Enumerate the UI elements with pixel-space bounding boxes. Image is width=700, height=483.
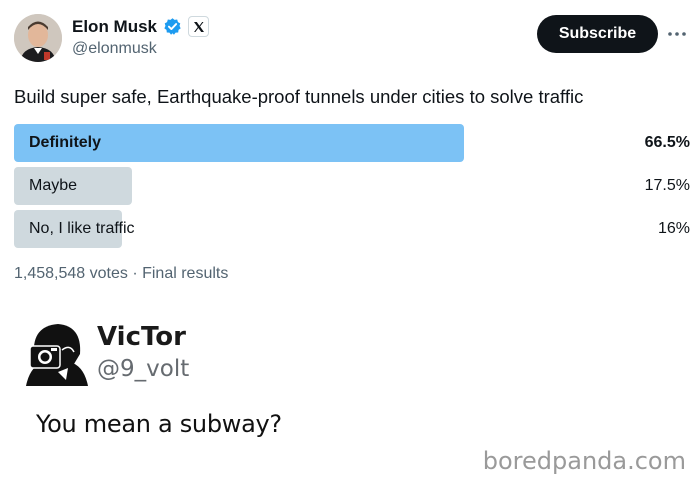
watermark: boredpanda.com [482,447,686,475]
more-options-icon[interactable] [664,22,690,46]
poll-option-percent: 17.5% [644,177,690,194]
poll-vote-summary: 1,458,548 votes · Final results [14,265,229,282]
tweet-text: Build super safe, Earthquake-proof tunne… [14,86,584,107]
poll-option-percent: 66.5% [644,134,690,151]
poll-option-maybe[interactable]: Maybe 17.5% [14,167,690,205]
x-logo-icon [188,16,210,37]
author-display-name[interactable]: Elon Musk [72,17,157,37]
poll-option-percent: 16% [657,220,690,237]
reply-handle: @9_volt [97,356,190,382]
poll-option-label: Maybe [29,177,78,194]
author-avatar[interactable] [14,14,62,62]
poll-option-no-i-like-traffic[interactable]: No, I like traffic 16% [14,210,690,248]
reply-display-name: VicTor [97,322,186,352]
author-name-row: Elon Musk [72,16,210,37]
reply-avatar [24,320,90,386]
poll-option-definitely[interactable]: Definitely 66.5% [14,124,690,162]
poll-option-label: Definitely [29,134,102,151]
reply-text: You mean a subway? [36,410,282,438]
poll-option-label: No, I like traffic [29,220,135,237]
verified-badge-icon [163,17,182,36]
subscribe-button[interactable]: Subscribe [537,15,658,53]
author-handle[interactable]: @elonmusk [72,40,157,58]
